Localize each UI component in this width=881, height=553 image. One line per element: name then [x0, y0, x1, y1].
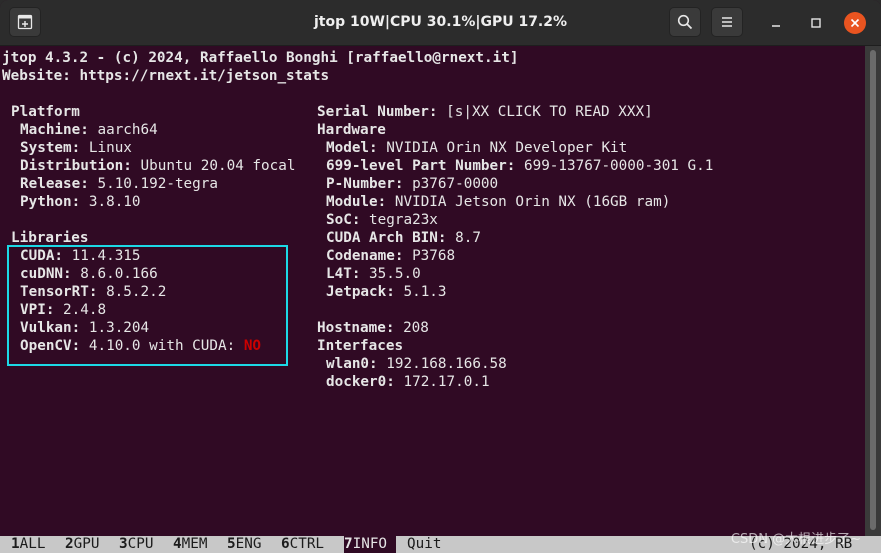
interfaces-title: Interfaces — [317, 338, 404, 354]
close-button[interactable] — [844, 12, 866, 34]
platform-python: Python: 3.8.10 — [20, 194, 141, 210]
platform-distribution: Distribution: Ubuntu 20.04 focal — [20, 158, 296, 174]
search-icon — [677, 14, 693, 30]
hardware-title: Hardware — [317, 122, 386, 138]
scrollbar[interactable] — [865, 46, 881, 536]
new-tab-icon — [17, 14, 33, 30]
terminal-window: jtop 10W|CPU 30.1%|GPU 17.2% jtop 4.3.2 … — [0, 0, 881, 553]
window-title: jtop 10W|CPU 30.1%|GPU 17.2% — [313, 14, 568, 30]
hardware-part-number: 699-level Part Number: 699-13767-0000-30… — [326, 158, 714, 174]
hardware-model: Model: NVIDIA Orin NX Developer Kit — [326, 140, 628, 156]
website-line: Website: https://rnext.it/jetson_stats — [2, 68, 330, 84]
hardware-codename: Codename: P3768 — [326, 248, 456, 264]
platform-release: Release: 5.10.192-tegra — [20, 176, 218, 192]
watermark: CSDN @大根进步了~ — [730, 532, 861, 547]
scroll-thumb[interactable] — [870, 50, 876, 530]
hostname: Hostname: 208 — [317, 320, 429, 336]
hardware-soc: SoC: tegra23x — [326, 212, 438, 228]
tab-gpu[interactable]: 2GPU — [65, 536, 99, 553]
hamburger-menu-icon — [722, 17, 732, 27]
tab-eng[interactable]: 5ENG — [227, 536, 261, 553]
libraries-highlight-box — [7, 245, 288, 366]
platform-system: System: Linux — [20, 140, 132, 156]
tab-info[interactable]: 7INFO — [344, 536, 397, 553]
hardware-module: Module: NVIDIA Jetson Orin NX (16GB ram) — [326, 194, 671, 210]
interface-wlan0: wlan0: 192.168.166.58 — [326, 356, 507, 372]
tab-ctrl[interactable]: 6CTRL — [281, 536, 324, 553]
platform-machine: Machine: aarch64 — [20, 122, 158, 138]
platform-title: Platform — [11, 104, 80, 120]
minimize-icon — [772, 25, 780, 27]
tab-mem[interactable]: 4MEM — [173, 536, 207, 553]
maximize-icon — [811, 18, 821, 28]
serial-number[interactable]: Serial Number: [s|XX CLICK TO READ XXX] — [317, 103, 653, 121]
terminal-content[interactable]: jtop 4.3.2 - (c) 2024, Raffaello Bonghi … — [0, 46, 865, 536]
hardware-l4t: L4T: 35.5.0 — [326, 266, 421, 282]
hardware-p-number: P-Number: p3767-0000 — [326, 176, 499, 192]
tab-all[interactable]: 1ALL — [11, 536, 45, 553]
close-icon — [850, 18, 860, 28]
minimize-button[interactable] — [765, 12, 787, 34]
quit-button[interactable]: Quit — [407, 536, 441, 553]
interface-docker0: docker0: 172.17.0.1 — [326, 374, 490, 390]
tab-cpu[interactable]: 3CPU — [119, 536, 153, 553]
title-bar: jtop 10W|CPU 30.1%|GPU 17.2% — [0, 0, 881, 46]
menu-button[interactable] — [711, 7, 743, 37]
jtop-version-line: jtop 4.3.2 - (c) 2024, Raffaello Bonghi … — [2, 50, 519, 66]
hardware-cuda-arch: CUDA Arch BIN: 8.7 — [326, 230, 481, 246]
search-button[interactable] — [669, 7, 701, 37]
maximize-button[interactable] — [805, 12, 827, 34]
new-tab-button[interactable] — [9, 7, 41, 37]
hardware-jetpack: Jetpack: 5.1.3 — [326, 284, 447, 300]
